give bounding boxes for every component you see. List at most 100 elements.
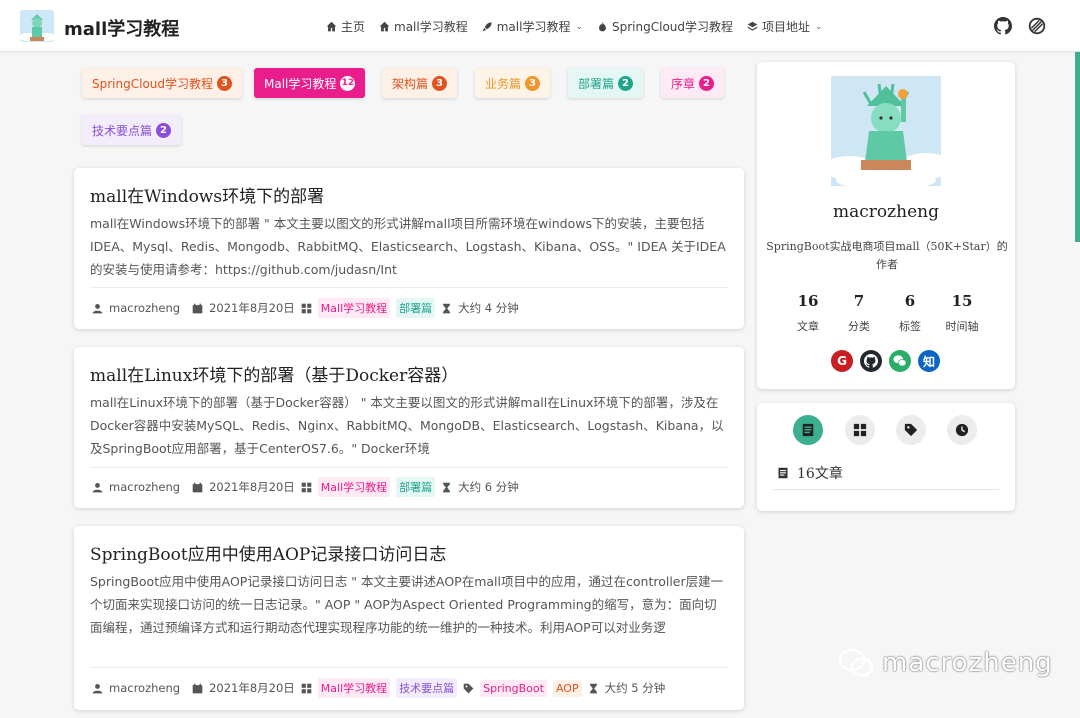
user-icon <box>92 482 103 492</box>
tag-icon <box>904 423 918 437</box>
category-count-badge: 2 <box>156 122 172 138</box>
stat-number: 7 <box>853 292 865 310</box>
category-count-badge: 2 <box>699 75 715 91</box>
read-time: 大约 5 分钟 <box>604 681 666 695</box>
post-tag-chip[interactable]: SpringBoot <box>480 679 547 697</box>
category-icon <box>301 303 312 313</box>
tag-icon <box>463 683 474 693</box>
category-count-badge: 3 <box>432 75 448 91</box>
post-category-chip[interactable]: Mall学习教程 <box>317 298 391 318</box>
wechat-icon <box>838 648 874 677</box>
home-icon <box>379 21 390 32</box>
divider <box>773 489 999 490</box>
avatar[interactable] <box>831 76 941 186</box>
tab-articles[interactable] <box>793 415 823 445</box>
hourglass-icon <box>443 482 451 492</box>
github-icon[interactable] <box>994 17 1012 35</box>
site-logo[interactable] <box>20 10 54 42</box>
category-icon <box>301 482 312 492</box>
tab-categories[interactable] <box>845 415 875 445</box>
hourglass-icon <box>589 683 597 693</box>
category-tag-springcloud[interactable]: SpringCloud学习教程 3 <box>82 68 243 98</box>
user-icon <box>92 303 103 313</box>
nav-item-project-address[interactable]: 项目地址 ⌄ <box>747 18 823 35</box>
post-meta: macrozheng 2021年8月20日 Mall学习教程 技术要点篇 Spr… <box>92 678 665 698</box>
nav-label: mall学习教程 <box>496 20 571 34</box>
sidebar-tabs-card: 16文章 <box>757 403 1015 511</box>
user-icon <box>92 683 103 693</box>
layers-icon <box>747 21 758 31</box>
chevron-down-icon: ⌄ <box>575 21 583 32</box>
top-navbar: mall学习教程 主页 mall学习教程 mall学习教程 ⌄ SpringCl… <box>0 0 1080 52</box>
post-date: 2021年8月20日 <box>209 480 295 494</box>
category-icon <box>301 683 312 693</box>
nav-label: 项目地址 <box>762 20 811 34</box>
scrollbar-thumb[interactable] <box>1075 52 1080 242</box>
category-label: 架构篇 <box>392 76 429 91</box>
wechat-icon[interactable] <box>889 350 911 372</box>
category-label: 部署篇 <box>578 76 615 91</box>
stat-label: 标签 <box>899 320 921 333</box>
category-tag-architecture[interactable]: 架构篇 3 <box>382 68 458 98</box>
nav-label: SpringCloud学习教程 <box>612 20 734 34</box>
post-author[interactable]: macrozheng <box>109 301 180 315</box>
category-count-badge: 3 <box>525 75 541 91</box>
post-date: 2021年8月20日 <box>209 681 295 695</box>
category-tag-preface[interactable]: 序章 2 <box>661 68 725 98</box>
post-category-chip[interactable]: Mall学习教程 <box>317 678 391 698</box>
post-meta: macrozheng 2021年8月20日 Mall学习教程 部署篇 大约 4 … <box>92 298 519 318</box>
chevron-down-icon: ⌄ <box>815 21 823 32</box>
site-title[interactable]: mall学习教程 <box>64 15 179 41</box>
post-excerpt: SpringBoot应用中使用AOP记录接口访问日志 " 本文主要讲述AOP在m… <box>90 574 724 635</box>
hourglass-icon <box>443 303 451 313</box>
zhihu-icon[interactable]: 知 <box>918 350 940 372</box>
post-title[interactable]: mall在Windows环境下的部署 <box>90 182 324 207</box>
post-excerpt: mall在Linux环境下的部署（基于Docker容器） " 本文主要以图文的形… <box>90 395 724 456</box>
post-author[interactable]: macrozheng <box>109 681 180 695</box>
post-title[interactable]: SpringBoot应用中使用AOP记录接口访问日志 <box>90 540 446 565</box>
post-card[interactable]: mall在Linux环境下的部署（基于Docker容器） mall在Linux环… <box>74 347 744 508</box>
category-label: SpringCloud学习教程 <box>92 76 214 91</box>
post-category-chip[interactable]: 技术要点篇 <box>396 678 458 698</box>
stat-articles[interactable]: 16 文章 <box>783 292 833 334</box>
post-card[interactable]: mall在Windows环境下的部署 mall在Windows环境下的部署 " … <box>74 168 744 329</box>
tab-timeline[interactable] <box>947 415 977 445</box>
post-meta: macrozheng 2021年8月20日 Mall学习教程 部署篇 大约 6 … <box>92 477 519 497</box>
category-tag-tech-points[interactable]: 技术要点篇 2 <box>82 115 182 145</box>
category-label: 业务篇 <box>485 76 522 91</box>
nav-item-home[interactable]: 主页 <box>326 18 365 35</box>
nav-item-mall-tutorial[interactable]: mall学习教程 <box>379 18 468 35</box>
social-glyph: G <box>837 354 847 368</box>
calendar-icon <box>192 683 203 693</box>
read-time: 大约 4 分钟 <box>458 301 519 315</box>
category-count-badge: 3 <box>217 75 233 91</box>
divider <box>90 467 728 468</box>
stat-number: 16 <box>797 292 819 310</box>
theme-toggle-icon[interactable] <box>1028 17 1046 35</box>
post-title[interactable]: mall在Linux环境下的部署（基于Docker容器） <box>90 361 458 386</box>
stat-tags[interactable]: 6 标签 <box>885 292 935 334</box>
read-time: 大约 6 分钟 <box>458 480 519 494</box>
post-category-chip[interactable]: Mall学习教程 <box>317 477 391 497</box>
divider <box>90 287 728 288</box>
nav-item-springcloud[interactable]: SpringCloud学习教程 <box>597 18 733 35</box>
post-category-chip[interactable]: 部署篇 <box>396 477 436 497</box>
post-category-chip[interactable]: 部署篇 <box>396 298 436 318</box>
stat-number: 6 <box>904 292 916 310</box>
post-author[interactable]: macrozheng <box>109 480 180 494</box>
nav-item-mall-tutorial-dropdown[interactable]: mall学习教程 ⌄ <box>482 18 583 35</box>
github-icon[interactable] <box>860 350 882 372</box>
author-bio: SpringBoot实战电商项目mall（50K+Star）的作者 <box>766 240 1008 271</box>
stat-categories[interactable]: 7 分类 <box>834 292 884 334</box>
post-tag-chip[interactable]: AOP <box>552 679 582 697</box>
post-card[interactable]: SpringBoot应用中使用AOP记录接口访问日志 SpringBoot应用中… <box>74 526 744 710</box>
category-tag-deploy[interactable]: 部署篇 2 <box>568 68 644 98</box>
category-tag-mall[interactable]: Mall学习教程 12 <box>254 68 366 98</box>
post-excerpt: mall在Windows环境下的部署 " 本文主要以图文的形式讲解mall项目所… <box>90 216 726 277</box>
stat-timeline[interactable]: 15 时间轴 <box>937 292 987 334</box>
category-tag-business[interactable]: 业务篇 3 <box>475 68 551 98</box>
tab-tags[interactable] <box>896 415 926 445</box>
fire-icon <box>599 21 606 32</box>
watermark-text: macrozheng <box>882 648 1053 678</box>
gitee-icon[interactable]: G <box>831 350 853 372</box>
